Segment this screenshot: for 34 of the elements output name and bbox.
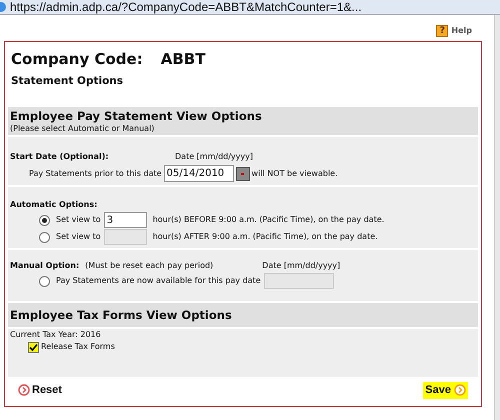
calendar-icon[interactable] <box>236 166 250 181</box>
page-title: Statement Options <box>10 74 124 88</box>
field-note: will NOT be viewable. <box>252 168 338 180</box>
date-format: Date [mm/dd/yyyy] <box>175 151 253 164</box>
field-label: Pay Statements prior to this date <box>29 168 162 180</box>
date-format: Date [mm/dd/yyyy] <box>262 260 340 272</box>
section-subtitle: (Please select Automatic or Manual) <box>10 124 156 134</box>
reset-button[interactable]: Reset <box>18 382 62 398</box>
arrow-circle-icon <box>18 384 30 396</box>
company-code: ABBT <box>160 49 206 70</box>
section-title: Employee Pay Statement View Options <box>10 109 263 124</box>
date-field[interactable]: 05/14/2010 <box>164 165 234 182</box>
question-icon: ? <box>436 24 448 36</box>
automatic-label: Automatic Options: <box>10 199 98 212</box>
option-label: Set view to <box>56 231 101 244</box>
option-text: hour(s) AFTER 9:00 a.m. (Pacific Time), on the pay date. <box>152 231 378 244</box>
help-button[interactable]: ? Help <box>436 20 472 41</box>
window-title: https://admin.adp.ca/?CompanyCode=ABBT&MatchCounter=1&... <box>10 1 362 13</box>
tax-year: Current Tax Year: 2016 <box>10 329 102 342</box>
option-text: hour(s) BEFORE 9:00 a.m. (Pacific Time), on the pay date. <box>152 214 384 226</box>
arrow-circle-icon <box>454 384 466 396</box>
checkbox[interactable] <box>28 342 39 353</box>
option-label: Set view to <box>56 214 101 226</box>
hours-field[interactable]: 3 <box>104 212 147 228</box>
start-date-label: Start Date (Optional): <box>10 151 110 164</box>
check-icon <box>29 342 38 352</box>
company-label: Company Code: <box>11 49 143 70</box>
manual-label: Manual Option: <box>10 260 80 272</box>
section-title: Employee Tax Forms View Options <box>10 306 232 324</box>
radio-button[interactable] <box>39 214 50 226</box>
checkbox-label: Release Tax Forms <box>41 341 115 354</box>
save-button[interactable]: Save <box>423 382 468 398</box>
option-label: Pay Statements are now available for this pay date <box>56 275 261 288</box>
manual-note: (Must be reset each pay period) <box>85 260 214 272</box>
